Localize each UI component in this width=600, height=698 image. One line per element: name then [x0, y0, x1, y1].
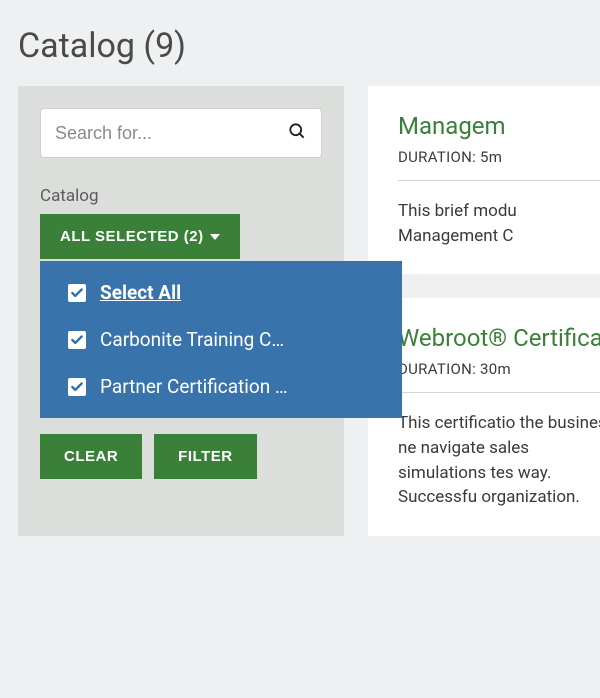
search-icon[interactable]: [287, 121, 307, 145]
select-all-option[interactable]: Select All: [40, 269, 402, 316]
search-input[interactable]: [55, 123, 287, 144]
card-description: This certificatio the business ne naviga…: [398, 411, 600, 510]
option-label: Carbonite Training C…: [100, 328, 284, 351]
result-card[interactable]: Managem DURATION: 5m This brief modu Man…: [368, 86, 600, 274]
card-title: Managem: [398, 112, 600, 140]
dropdown-label: ALL SELECTED (2): [60, 228, 204, 245]
checkbox-icon: [68, 331, 86, 349]
result-card[interactable]: Webroot® Certificati DURATION: 30m This …: [368, 298, 600, 536]
filter-panel: Catalog ALL SELECTED (2) Select All Carb…: [18, 86, 344, 536]
clear-button[interactable]: CLEAR: [40, 434, 142, 479]
search-box[interactable]: [40, 108, 322, 158]
card-title: Webroot® Certificati: [398, 324, 600, 352]
dropdown-option[interactable]: Carbonite Training C…: [40, 316, 402, 363]
option-label: Select All: [100, 281, 181, 304]
catalog-dropdown-button[interactable]: ALL SELECTED (2): [40, 214, 240, 259]
dropdown-option[interactable]: Partner Certification …: [40, 363, 402, 410]
checkbox-icon: [68, 284, 86, 302]
filter-group-label: Catalog: [40, 186, 322, 206]
caret-down-icon: [210, 234, 220, 240]
card-description: This brief modu Management C: [398, 199, 600, 248]
page-title: Catalog (9): [0, 0, 600, 86]
filter-button[interactable]: FILTER: [154, 434, 256, 479]
option-label: Partner Certification …: [100, 375, 288, 398]
card-duration: DURATION: 30m: [398, 360, 600, 393]
checkbox-icon: [68, 378, 86, 396]
card-duration: DURATION: 5m: [398, 148, 600, 181]
catalog-dropdown-menu: Select All Carbonite Training C… Partner…: [40, 261, 402, 418]
results-list: Managem DURATION: 5m This brief modu Man…: [368, 86, 600, 536]
